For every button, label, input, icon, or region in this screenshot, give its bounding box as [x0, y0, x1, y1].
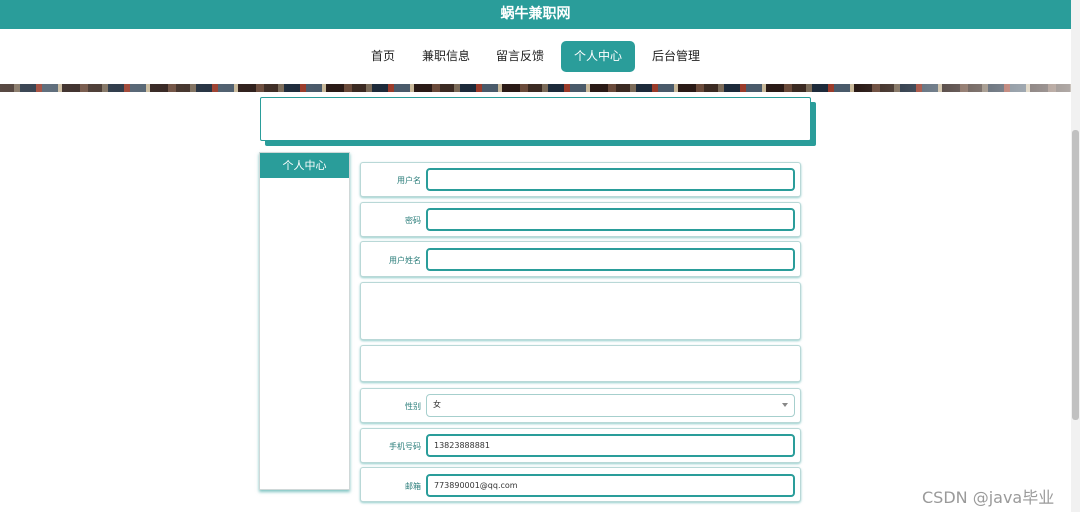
chevron-down-icon	[782, 403, 788, 407]
password-label: 密码	[405, 216, 421, 225]
form-row-gender: 性别 女	[360, 388, 801, 423]
watermark-text: CSDN @java毕业	[922, 488, 1055, 507]
gender-label: 性别	[405, 402, 421, 411]
page: 蜗牛兼职网 首页 兼职信息 留言反馈 个人中心 后台管理 个人中心 用户名 密码…	[0, 0, 1080, 512]
form-row-password: 密码	[360, 202, 801, 237]
form-row-empty	[360, 345, 801, 382]
nav-item-home[interactable]: 首页	[362, 41, 404, 72]
sidebar-item-profile[interactable]: 个人中心	[260, 153, 349, 178]
phone-input[interactable]: 13823888881	[426, 434, 795, 457]
sidebar-menu: 个人中心	[259, 152, 350, 490]
password-input[interactable]	[426, 208, 795, 231]
banner-image-fade	[0, 84, 1071, 92]
phone-label: 手机号码	[389, 442, 421, 451]
form-row-email: 邮箱 773890001@qq.com	[360, 467, 801, 502]
realname-label: 用户姓名	[389, 256, 421, 265]
email-input[interactable]: 773890001@qq.com	[426, 474, 795, 497]
form-row-realname: 用户姓名	[360, 241, 801, 277]
page-heading-box	[260, 97, 811, 141]
page-scrollbar[interactable]	[1071, 0, 1080, 512]
username-input[interactable]	[426, 168, 795, 191]
scrollbar-thumb[interactable]	[1072, 130, 1079, 420]
username-label: 用户名	[397, 176, 421, 185]
form-row-photo	[360, 282, 801, 340]
realname-input[interactable]	[426, 248, 795, 271]
nav-item-admin[interactable]: 后台管理	[645, 41, 707, 72]
gender-select-value: 女	[433, 400, 441, 409]
form-row-username: 用户名	[360, 162, 801, 197]
site-title-bar: 蜗牛兼职网	[0, 0, 1071, 29]
nav-item-feedback[interactable]: 留言反馈	[490, 41, 550, 72]
nav-item-profile[interactable]: 个人中心	[561, 41, 635, 72]
site-title: 蜗牛兼职网	[500, 6, 571, 22]
main-nav: 首页 兼职信息 留言反馈 个人中心 后台管理	[0, 29, 1071, 84]
gender-select[interactable]: 女	[426, 394, 795, 417]
email-label: 邮箱	[405, 482, 421, 491]
nav-item-jobs[interactable]: 兼职信息	[417, 41, 475, 72]
form-row-phone: 手机号码 13823888881	[360, 428, 801, 463]
